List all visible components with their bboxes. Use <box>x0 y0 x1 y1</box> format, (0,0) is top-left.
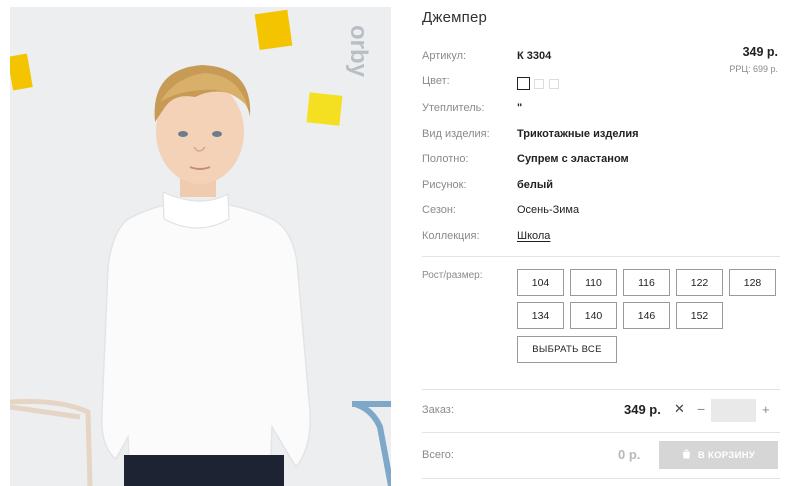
attribute-label: Полотно: <box>422 153 469 165</box>
decrease-quantity-button[interactable]: − <box>697 401 705 417</box>
divider <box>422 256 780 257</box>
color-swatch[interactable] <box>549 79 559 89</box>
attribute-row-color: Цвет: <box>422 75 780 93</box>
color-swatch[interactable] <box>534 79 544 89</box>
size-label: Рост/размер: <box>422 270 483 281</box>
product-title: Джемпер <box>422 9 488 26</box>
attribute-row-insulation: Утеплитель: " <box>422 102 780 120</box>
attribute-row-type: Вид изделия: Трикотажные изделия <box>422 128 780 146</box>
attribute-value: Супрем с эластаном <box>517 153 629 165</box>
collection-link[interactable]: Школа <box>517 230 550 242</box>
size-option-122[interactable]: 122 <box>676 269 723 296</box>
attribute-value: Осень-Зима <box>517 204 580 216</box>
attribute-value: " <box>517 102 523 114</box>
total-label: Всего: <box>422 449 454 461</box>
color-swatch[interactable] <box>517 77 530 90</box>
remove-item-icon[interactable]: ✕ <box>674 401 685 417</box>
divider <box>422 432 780 433</box>
attribute-label: Цвет: <box>422 75 450 87</box>
order-price: 349 р. <box>624 402 661 417</box>
attribute-value: белый <box>517 179 554 191</box>
divider <box>422 478 780 479</box>
add-to-cart-label: В КОРЗИНУ <box>697 449 756 461</box>
size-option-140[interactable]: 140 <box>570 302 617 329</box>
add-to-cart-button[interactable]: В КОРЗИНУ <box>659 441 778 469</box>
attribute-row-pattern: Рисунок: белый <box>422 179 780 197</box>
attribute-value: К 3304 <box>517 50 552 62</box>
select-all-sizes-button[interactable]: ВЫБРАТЬ ВСЕ <box>517 336 617 363</box>
attribute-label: Вид изделия: <box>422 128 490 140</box>
size-option-116[interactable]: 116 <box>623 269 670 296</box>
total-value: 0 р. <box>618 447 641 462</box>
attribute-value: Трикотажные изделия <box>517 128 639 140</box>
quantity-input[interactable] <box>711 399 756 422</box>
attribute-row-fabric: Полотно: Супрем с эластаном <box>422 153 780 171</box>
attribute-row-collection: Коллекция: Школа <box>422 230 780 248</box>
increase-quantity-button[interactable]: + <box>762 402 770 417</box>
sticky-note-decoration <box>306 92 343 126</box>
divider <box>422 389 780 390</box>
size-option-152[interactable]: 152 <box>676 302 723 329</box>
size-option-146[interactable]: 146 <box>623 302 670 329</box>
size-option-128[interactable]: 128 <box>729 269 776 296</box>
attribute-row-season: Сезон: Осень-Зима <box>422 204 780 222</box>
attribute-label: Рисунок: <box>422 179 467 191</box>
product-photo-illustration: orby <box>10 7 391 486</box>
size-option-134[interactable]: 134 <box>517 302 564 329</box>
brand-watermark: orby <box>345 25 372 78</box>
product-photo: orby <box>10 7 391 486</box>
product-info-panel: Джемпер 349 р. РРЦ: 699 р. Артикул: К 33… <box>422 0 780 486</box>
size-option-104[interactable]: 104 <box>517 269 564 296</box>
shopping-bag-icon <box>682 449 691 462</box>
attribute-label: Коллекция: <box>422 230 480 242</box>
size-grid: 104 110 116 122 128 134 140 146 152 <box>517 269 787 331</box>
sticky-note-decoration <box>254 9 293 51</box>
size-option-110[interactable]: 110 <box>570 269 617 296</box>
attribute-row-article: Артикул: К 3304 <box>422 50 780 68</box>
order-label: Заказ: <box>422 404 454 416</box>
attribute-label: Сезон: <box>422 204 456 216</box>
attribute-label: Утеплитель: <box>422 102 485 114</box>
attribute-label: Артикул: <box>422 50 467 62</box>
